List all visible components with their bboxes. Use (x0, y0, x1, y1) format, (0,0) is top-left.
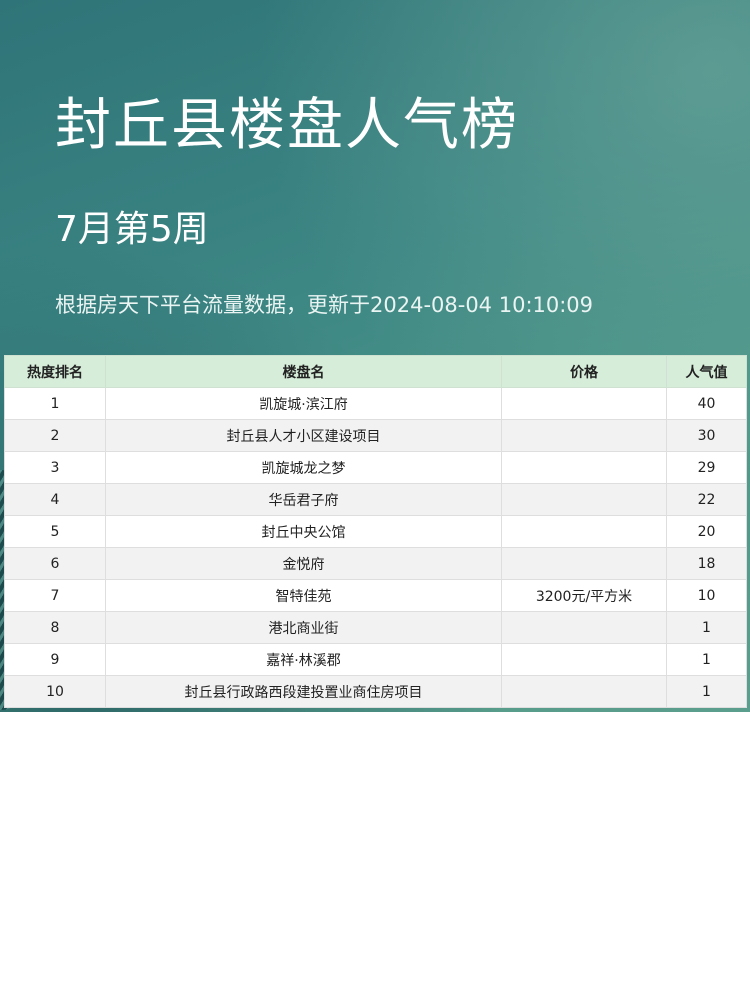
cell-price (501, 611, 667, 644)
page-title: 封丘县楼盘人气榜 (55, 93, 519, 158)
table-row: 9 嘉祥·林溪郡 1 (4, 643, 747, 676)
table-row: 6 金悦府 18 (4, 547, 747, 580)
cell-rank: 7 (4, 579, 106, 612)
cell-rank: 1 (4, 387, 106, 420)
cell-price (501, 419, 667, 452)
cell-price (501, 483, 667, 516)
cell-popularity: 18 (666, 547, 747, 580)
week-subtitle: 7月第5周 (55, 209, 209, 250)
cell-rank: 4 (4, 483, 106, 516)
ranking-table-container: 热度排名 楼盘名 价格 人气值 1 凯旋城·滨江府 40 2 封丘县人才小区建设项目 30… (4, 355, 747, 708)
table-row: 1 凯旋城·滨江府 40 (4, 387, 747, 420)
cell-price (501, 547, 667, 580)
cell-popularity: 1 (666, 643, 747, 676)
cell-price (501, 643, 667, 676)
cell-price (501, 387, 667, 420)
cell-popularity: 1 (666, 675, 747, 708)
cell-rank: 2 (4, 419, 106, 452)
cell-project-name: 智特佳苑 (105, 579, 502, 612)
column-header-popularity: 人气值 (666, 355, 747, 388)
column-header-name: 楼盘名 (105, 355, 502, 388)
cell-popularity: 40 (666, 387, 747, 420)
cell-price (501, 451, 667, 484)
cell-rank: 5 (4, 515, 106, 548)
cell-rank: 3 (4, 451, 106, 484)
table-row: 3 凯旋城龙之梦 29 (4, 451, 747, 484)
cell-price (501, 675, 667, 708)
cell-project-name: 封丘县行政路西段建投置业商住房项目 (105, 675, 502, 708)
cell-project-name: 嘉祥·林溪郡 (105, 643, 502, 676)
cell-project-name: 金悦府 (105, 547, 502, 580)
cell-project-name: 凯旋城龙之梦 (105, 451, 502, 484)
cell-rank: 8 (4, 611, 106, 644)
table-row: 7 智特佳苑 3200元/平方米 10 (4, 579, 747, 612)
column-header-rank: 热度排名 (4, 355, 106, 388)
table-row: 2 封丘县人才小区建设项目 30 (4, 419, 747, 452)
cell-price (501, 515, 667, 548)
cell-popularity: 1 (666, 611, 747, 644)
cell-popularity: 22 (666, 483, 747, 516)
table-row: 8 港北商业街 1 (4, 611, 747, 644)
cell-project-name: 港北商业街 (105, 611, 502, 644)
ranking-table: 热度排名 楼盘名 价格 人气值 1 凯旋城·滨江府 40 2 封丘县人才小区建设项目 30… (4, 355, 747, 708)
cell-price: 3200元/平方米 (501, 579, 667, 612)
cell-popularity: 20 (666, 515, 747, 548)
cell-popularity: 29 (666, 451, 747, 484)
table-row: 10 封丘县行政路西段建投置业商住房项目 1 (4, 675, 747, 708)
cell-project-name: 华岳君子府 (105, 483, 502, 516)
cell-popularity: 10 (666, 579, 747, 612)
cell-rank: 9 (4, 643, 106, 676)
cell-project-name: 封丘县人才小区建设项目 (105, 419, 502, 452)
cell-rank: 6 (4, 547, 106, 580)
table-row: 5 封丘中央公馆 20 (4, 515, 747, 548)
table-row: 4 华岳君子府 22 (4, 483, 747, 516)
data-source-note: 根据房天下平台流量数据，更新于2024-08-04 10:10:09 (55, 293, 594, 317)
column-header-price: 价格 (501, 355, 667, 388)
cell-rank: 10 (4, 675, 106, 708)
cell-project-name: 封丘中央公馆 (105, 515, 502, 548)
table-header-row: 热度排名 楼盘名 价格 人气值 (4, 355, 747, 388)
cell-project-name: 凯旋城·滨江府 (105, 387, 502, 420)
cell-popularity: 30 (666, 419, 747, 452)
